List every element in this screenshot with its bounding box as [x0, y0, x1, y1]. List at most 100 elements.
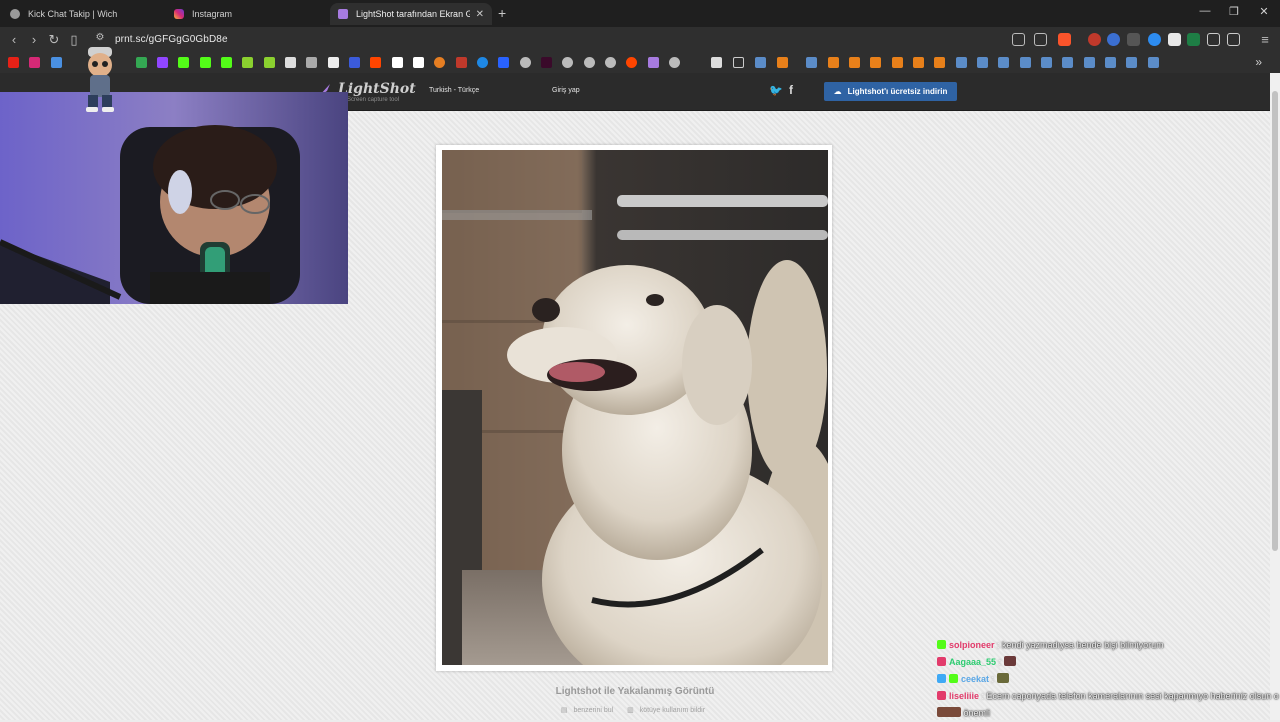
brave-shield-icon[interactable]	[1058, 33, 1071, 46]
steam-bookmark-icon[interactable]	[1041, 57, 1052, 68]
reddit-bookmark-icon[interactable]	[370, 57, 381, 68]
sidebar-icon[interactable]	[1227, 33, 1240, 46]
reddit-bookmark-icon[interactable]	[626, 57, 637, 68]
screenshot-links: ▤ benzerini bul ▥ kötüye kullanım bildir	[470, 706, 800, 714]
bookmark-icon[interactable]	[434, 57, 445, 68]
steam-bookmark-icon[interactable]	[998, 57, 1009, 68]
bookmark-icon[interactable]	[892, 57, 903, 68]
bookmark-icon[interactable]	[413, 57, 424, 68]
globe-bookmark-icon[interactable]	[584, 57, 595, 68]
tab-instagram[interactable]: Instagram	[166, 3, 328, 25]
facebook-icon[interactable]: f	[789, 83, 793, 97]
steam-bookmark-icon[interactable]	[755, 57, 766, 68]
tab-lightshot[interactable]: LightShot tarafından Ekran Görü ✕	[330, 3, 492, 25]
bookmark-icon[interactable]	[349, 57, 360, 68]
x-bookmark-icon[interactable]	[328, 57, 339, 68]
restore-icon[interactable]: ❐	[1225, 5, 1243, 18]
bookmark-icon[interactable]	[264, 57, 275, 68]
kick-bookmark-icon[interactable]	[178, 57, 189, 68]
bookmark-icon[interactable]	[711, 57, 722, 68]
youtube-bookmark-icon[interactable]	[8, 57, 19, 68]
menu-icon[interactable]: ≡	[1258, 32, 1272, 47]
find-similar-link[interactable]: ▤ benzerini bul	[561, 707, 617, 714]
globe-bookmark-icon[interactable]	[562, 57, 573, 68]
back-icon[interactable]: ‹	[7, 32, 21, 47]
globe-bookmark-icon[interactable]	[669, 57, 680, 68]
minimize-icon[interactable]: —	[1196, 5, 1214, 17]
chat-username: ceekat	[961, 674, 990, 684]
tab-kick-chat[interactable]: Kick Chat Takip | Wich	[2, 3, 164, 25]
webcam-overlay	[0, 92, 348, 304]
folder-icon[interactable]	[733, 57, 744, 68]
lightshot-feather-icon	[338, 9, 348, 19]
stream-chat-overlay: solpioneer : kendi yazmadıysa bende bişi…	[937, 637, 1280, 722]
bookmark-icon[interactable]	[828, 57, 839, 68]
lightshot-bookmark-icon[interactable]	[648, 57, 659, 68]
extension-icon[interactable]	[1107, 33, 1120, 46]
steam-bookmark-icon[interactable]	[977, 57, 988, 68]
site-settings-icon[interactable]: ⚙	[93, 32, 107, 43]
page-scrollbar[interactable]	[1270, 73, 1280, 720]
more-bookmarks-icon[interactable]: »	[1255, 55, 1262, 69]
steam-bookmark-icon[interactable]	[1084, 57, 1095, 68]
kick-bookmark-icon[interactable]	[221, 57, 232, 68]
steam-bookmark-icon[interactable]	[1148, 57, 1159, 68]
bookmark-icon[interactable]	[870, 57, 881, 68]
verified-badge-icon	[937, 674, 946, 683]
steam-bookmark-icon[interactable]	[956, 57, 967, 68]
ublock-icon[interactable]	[1088, 33, 1101, 46]
steam-bookmark-icon[interactable]	[806, 57, 817, 68]
drive-bookmark-icon[interactable]	[136, 57, 147, 68]
reload-icon[interactable]: ↻	[47, 32, 61, 48]
bookmark-icon[interactable]	[306, 57, 317, 68]
bookmark-icon[interactable]	[392, 57, 403, 68]
bookmark-icon[interactable]	[242, 57, 253, 68]
anchor-bookmark-icon[interactable]	[285, 57, 296, 68]
report-abuse-link[interactable]: ▥ kötüye kullanım bildir	[627, 707, 709, 714]
globe-bookmark-icon[interactable]	[605, 57, 616, 68]
excel-icon[interactable]	[1187, 33, 1200, 46]
cast-icon[interactable]	[1012, 33, 1025, 46]
bookmark-icon[interactable]	[498, 57, 509, 68]
url-field[interactable]: prnt.sc/gGFGgG0GbD8e	[115, 34, 228, 45]
bookmark-icon[interactable]	[51, 57, 62, 68]
steam-bookmark-icon[interactable]	[1105, 57, 1116, 68]
bookmark-icon[interactable]	[913, 57, 924, 68]
twitter-icon[interactable]: 🐦	[769, 84, 783, 97]
emote-icon	[937, 707, 961, 717]
bookmark-icon[interactable]	[456, 57, 467, 68]
twitch-bookmark-icon[interactable]	[157, 57, 168, 68]
chat-message: liseliiie : Ecem caponyada telefon kamer…	[937, 688, 1280, 705]
cloud-download-icon: ☁	[833, 87, 842, 96]
close-window-icon[interactable]: ✕	[1255, 5, 1273, 18]
steam-bookmark-icon[interactable]	[1126, 57, 1137, 68]
screenshot-image[interactable]	[442, 150, 828, 665]
kick-bookmark-icon[interactable]	[200, 57, 211, 68]
forward-icon[interactable]: ›	[27, 32, 41, 47]
extension-icon[interactable]	[1148, 33, 1161, 46]
tab-title: LightShot tarafından Ekran Görü	[356, 9, 470, 19]
extension-icon[interactable]	[1168, 33, 1181, 46]
bookmark-icon[interactable]	[477, 57, 488, 68]
mascot-avatar	[80, 45, 120, 115]
address-toolbar: ‹ › ↻ ▯ ⚙ prnt.sc/gGFGgG0GbD8e ≡	[0, 27, 1280, 53]
close-icon[interactable]: ✕	[476, 9, 484, 20]
new-tab-button[interactable]: +	[498, 5, 506, 21]
steam-bookmark-icon[interactable]	[1020, 57, 1031, 68]
bookmark-icon[interactable]	[849, 57, 860, 68]
bookmark-icon[interactable]	[777, 57, 788, 68]
language-selector[interactable]: Turkish - Türkçe	[429, 87, 479, 94]
share-icon[interactable]	[1034, 33, 1047, 46]
puzzle-icon[interactable]	[1207, 33, 1220, 46]
steam-bookmark-icon[interactable]	[1062, 57, 1073, 68]
login-link[interactable]: Giriş yap	[552, 87, 580, 94]
scrollbar-thumb[interactable]	[1272, 91, 1278, 551]
bookmark-icon[interactable]	[520, 57, 531, 68]
extension-icon[interactable]	[1127, 33, 1140, 46]
lightshot-logo[interactable]: LightShot	[338, 81, 416, 97]
bookmark-icon[interactable]	[934, 57, 945, 68]
bookmark-icon[interactable]: ▯	[67, 32, 81, 48]
instagram-bookmark-icon[interactable]	[29, 57, 40, 68]
download-lightshot-button[interactable]: ☁ Lightshot'ı ücretsiz indirin	[824, 82, 957, 101]
bookmark-icon[interactable]	[541, 57, 552, 68]
